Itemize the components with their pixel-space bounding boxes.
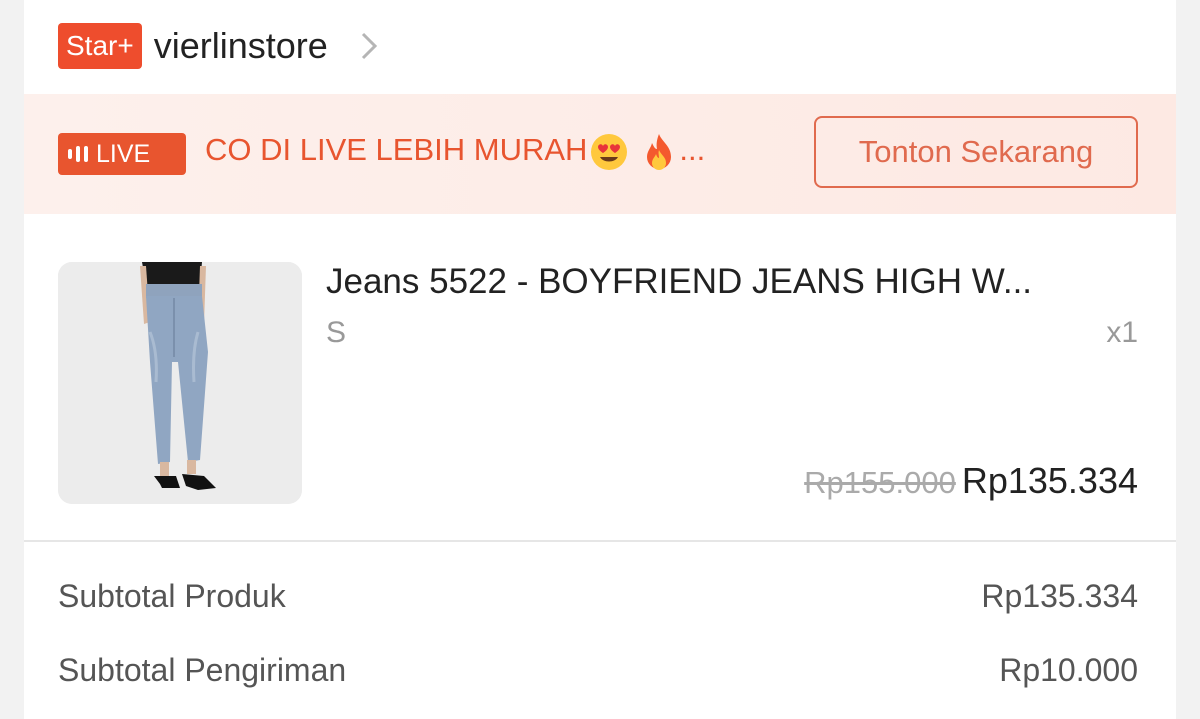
fire-emoji-icon: [647, 134, 672, 170]
heart-eyes-emoji-icon: [591, 134, 628, 170]
original-price: Rp155.000: [804, 465, 956, 500]
live-bars-icon: [68, 146, 88, 162]
product-variant: S: [326, 316, 347, 349]
star-plus-badge: Star+: [58, 23, 142, 69]
live-banner[interactable]: LIVE CO DI LIVE LEBIH MURAH ... Tonton S…: [24, 94, 1176, 214]
live-promo-text: CO DI LIVE LEBIH MURAH ...: [205, 132, 705, 172]
discounted-price: Rp135.334: [961, 460, 1138, 501]
subtotal-product-row: Subtotal Produk Rp135.334: [58, 578, 1138, 615]
subtotal-shipping-label: Subtotal Pengiriman: [58, 652, 347, 688]
chevron-right-icon[interactable]: [358, 31, 380, 61]
subtotal-product-value: Rp135.334: [981, 578, 1138, 614]
product-image[interactable]: [58, 262, 302, 504]
subtotal-shipping-value: Rp10.000: [999, 652, 1138, 688]
live-badge-label: LIVE: [96, 139, 151, 168]
live-promo-ellipsis: ...: [679, 132, 706, 168]
divider: [24, 540, 1176, 542]
product-quantity: x1: [1106, 316, 1138, 349]
order-card: Star+ vierlinstore LIVE CO DI LIVE LEBIH…: [24, 0, 1176, 719]
jeans-product-image: [58, 262, 302, 504]
live-promo-label: CO DI LIVE LEBIH MURAH: [205, 132, 588, 168]
subtotal-product-label: Subtotal Produk: [58, 578, 286, 614]
live-badge: LIVE: [58, 133, 186, 175]
product-title[interactable]: Jeans 5522 - BOYFRIEND JEANS HIGH W...: [326, 262, 1138, 302]
price-row: Rp155.000 Rp135.334: [804, 460, 1138, 502]
shop-name[interactable]: vierlinstore: [154, 25, 328, 67]
watch-now-button[interactable]: Tonton Sekarang: [814, 116, 1138, 188]
subtotal-shipping-row: Subtotal Pengiriman Rp10.000: [58, 652, 1138, 689]
shop-header[interactable]: Star+ vierlinstore: [58, 22, 380, 70]
